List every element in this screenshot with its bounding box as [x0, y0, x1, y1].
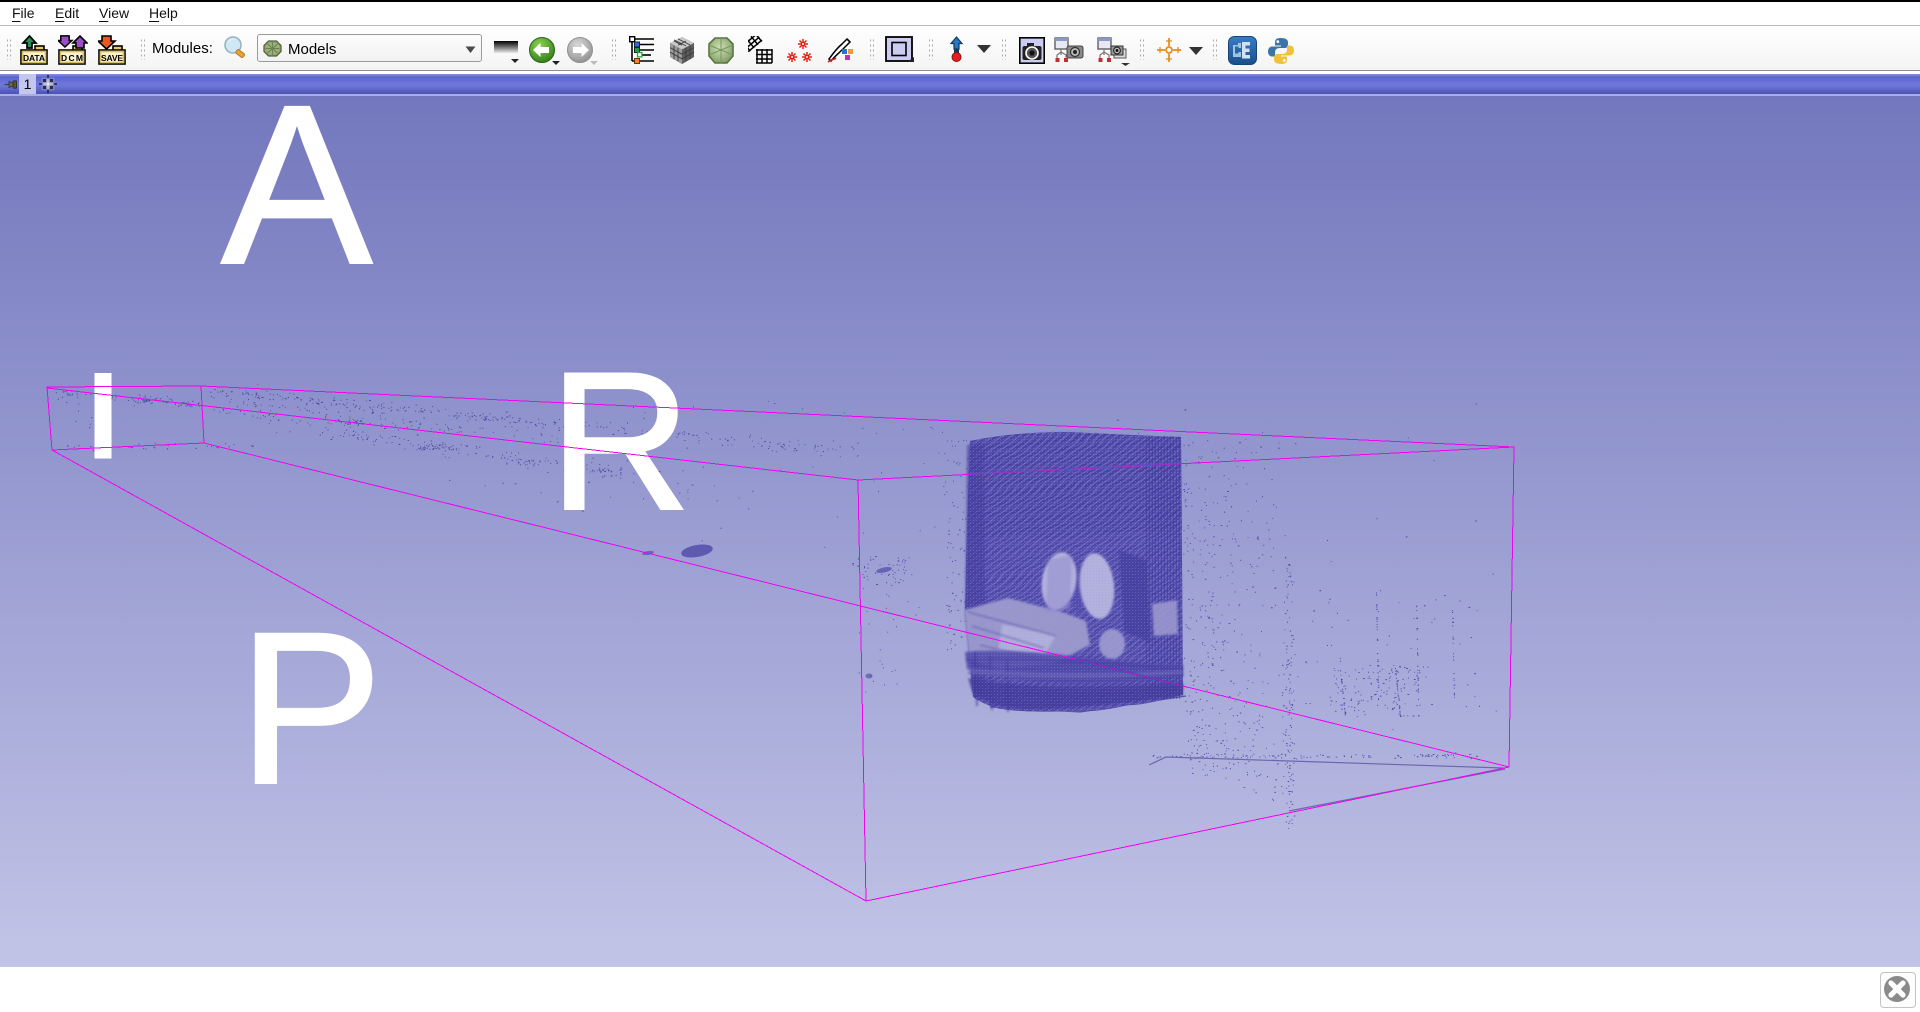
svg-text:1: 1: [24, 76, 32, 92]
svg-text:SAVE: SAVE: [101, 53, 123, 63]
svg-text:DATA: DATA: [23, 53, 45, 63]
svg-text:Models: Models: [288, 41, 336, 58]
svg-text:Modules:: Modules:: [152, 40, 213, 57]
svg-text:Help: Help: [149, 5, 178, 21]
svg-text:R: R: [549, 331, 691, 551]
svg-text:File: File: [12, 5, 35, 21]
svg-text:A: A: [221, 96, 372, 312]
svg-text:P: P: [238, 587, 383, 829]
svg-text:DCM: DCM: [61, 53, 83, 63]
svg-text:Edit: Edit: [55, 5, 79, 21]
svg-text:View: View: [99, 5, 130, 21]
